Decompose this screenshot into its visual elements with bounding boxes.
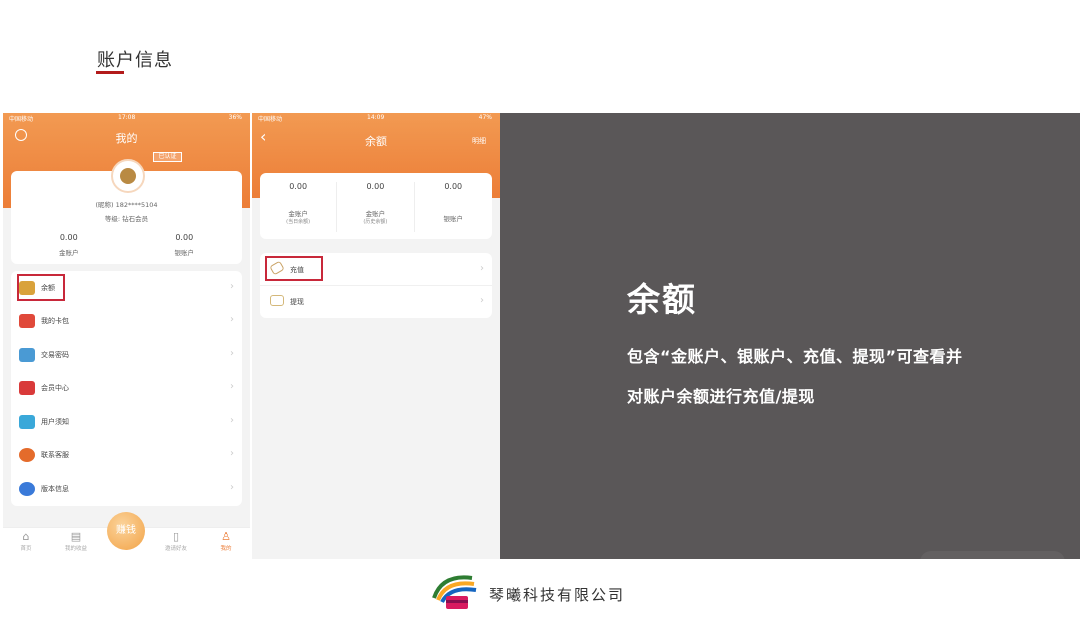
accounts-card: 0.00 金账户 (当日余额) 0.00 金账户 (历史余额) 0.00 银账户 [260, 173, 492, 239]
chevron-right-icon: › [480, 263, 484, 274]
withdraw-label: 提现 [290, 298, 304, 306]
description-panel: 余额 包含“金账户、银账户、充值、提现”可查看并 对账户余额进行充值/提现 [500, 113, 1080, 573]
lightbulb-icon [19, 415, 35, 429]
silver-account[interactable]: 0.00 银账户 [127, 233, 243, 257]
panel-description-line-1: 包含“金账户、银账户、充值、提现”可查看并 [627, 347, 963, 366]
account-label: 银账户 [443, 215, 463, 223]
chevron-right-icon: › [230, 448, 234, 459]
wallet-icon [19, 314, 35, 328]
avatar[interactable] [111, 159, 145, 193]
member-level: 等级: 钻石会员 [104, 215, 149, 223]
phone-profile-screenshot: 中国移动 17:08 36% 我的 已认证 (昵称) 182****5104 等… [3, 113, 250, 559]
silver-account-value: 0.00 [175, 233, 194, 242]
menu-label: 联系客服 [41, 451, 69, 459]
menu-label: 版本信息 [41, 485, 69, 493]
account-label: 金账户 [288, 210, 308, 218]
nickname: (昵称) 182****5104 [95, 201, 158, 209]
company-logo [432, 575, 477, 609]
crown-icon [19, 381, 35, 395]
lock-icon [19, 348, 35, 362]
status-time: 14:09 [367, 114, 385, 121]
account-sub: (当日余额) [286, 219, 311, 225]
carrier-text: 中国移动 [9, 116, 34, 123]
panel-description-line-2: 对账户余额进行充值/提现 [627, 387, 815, 406]
account-value: 0.00 [366, 182, 385, 191]
tab-home[interactable]: ⌂ 首页 [11, 530, 41, 552]
status-bar: 中国移动 17:08 36% [3, 113, 250, 124]
withdraw-item[interactable]: 提现 › [260, 285, 492, 318]
silver-account[interactable]: 0.00 银账户 [415, 182, 492, 232]
account-label: 金账户 [365, 210, 386, 218]
info-icon [19, 482, 35, 496]
tab-bar: ⌂ 首页 ▤ 我的收益 赚钱 ▯ 邀请好友 ♙ 我的 [3, 512, 250, 559]
menu-label: 交易密码 [41, 351, 69, 359]
gold-account-today[interactable]: 0.00 金账户 (当日余额) [260, 182, 338, 232]
title-underline [96, 71, 124, 74]
account-value: 0.00 [444, 182, 463, 191]
tab-earnings[interactable]: ▤ 我的收益 [61, 530, 91, 552]
menu-item-version[interactable]: 版本信息 › [11, 472, 242, 505]
support-icon [19, 448, 35, 462]
tab-label: 我的 [220, 546, 232, 552]
earn-button[interactable]: 赚钱 [107, 512, 145, 550]
chevron-right-icon: › [230, 482, 234, 493]
slide-title: 账户信息 [97, 50, 173, 71]
status-time: 17:08 [118, 114, 136, 121]
carrier-text: 中国移动 [258, 116, 283, 123]
highlight-box-recharge [265, 256, 323, 281]
chevron-right-icon: › [230, 314, 234, 325]
phone-balance-screenshot: 中国移动 14:09 47% ‹ 余额 明细 0.00 金账户 (当日余额) 0… [252, 113, 500, 559]
doc-icon: ▯ [172, 530, 180, 543]
gold-account-value: 0.00 [59, 233, 78, 242]
gold-account-history[interactable]: 0.00 金账户 (历史余额) [337, 182, 415, 232]
company-name: 琴曦科技有限公司 [489, 586, 626, 604]
chevron-right-icon: › [230, 415, 234, 426]
battery-text: 36% [228, 114, 242, 121]
chevron-right-icon: › [230, 348, 234, 359]
account-value: 0.00 [289, 182, 308, 191]
chevron-right-icon: › [480, 295, 484, 306]
wallet-icon [270, 295, 284, 306]
tab-mine[interactable]: ♙ 我的 [211, 530, 241, 552]
silver-account-label: 银账户 [174, 249, 195, 257]
panel-heading: 余额 [627, 280, 697, 319]
menu-label: 会员中心 [41, 384, 69, 392]
chevron-right-icon: › [230, 281, 234, 292]
user-icon [120, 168, 136, 184]
menu-label: 用户须知 [41, 418, 69, 426]
tab-label: 首页 [20, 546, 32, 552]
highlight-box-balance [17, 274, 65, 301]
watermark [920, 551, 1065, 573]
gold-account[interactable]: 0.00 金账户 [11, 233, 127, 257]
tab-label: 我的收益 [64, 546, 87, 552]
verified-badge: 已认证 [153, 152, 182, 162]
menu-item-support[interactable]: 联系客服 › [11, 438, 242, 471]
menu-item-trade-password[interactable]: 交易密码 › [11, 338, 242, 371]
menu-item-cardpack[interactable]: 我的卡包 › [11, 304, 242, 337]
menu-label: 我的卡包 [41, 317, 69, 325]
tab-invite[interactable]: ▯ 邀请好友 [161, 530, 191, 552]
user-icon: ♙ [221, 530, 231, 543]
nav-title: 我的 [115, 132, 138, 145]
nav-title: 余额 [365, 135, 387, 148]
chevron-right-icon: › [230, 381, 234, 392]
battery-text: 47% [478, 114, 492, 121]
tab-label: 邀请好友 [164, 546, 187, 552]
gold-account-label: 金账户 [59, 249, 79, 257]
menu-item-member-center[interactable]: 会员中心 › [11, 371, 242, 404]
account-sub: (历史余额) [363, 219, 388, 225]
menu-list: 余额 › 我的卡包 › 交易密码 › 会员中心 › 用户须知 › 联系客服 › [11, 271, 242, 506]
home-icon: ⌂ [22, 530, 30, 543]
status-bar: 中国移动 14:09 47% [252, 113, 500, 124]
menu-item-user-notice[interactable]: 用户须知 › [11, 405, 242, 438]
details-link[interactable]: 明细 [472, 136, 486, 146]
chart-icon: ▤ [70, 530, 82, 543]
